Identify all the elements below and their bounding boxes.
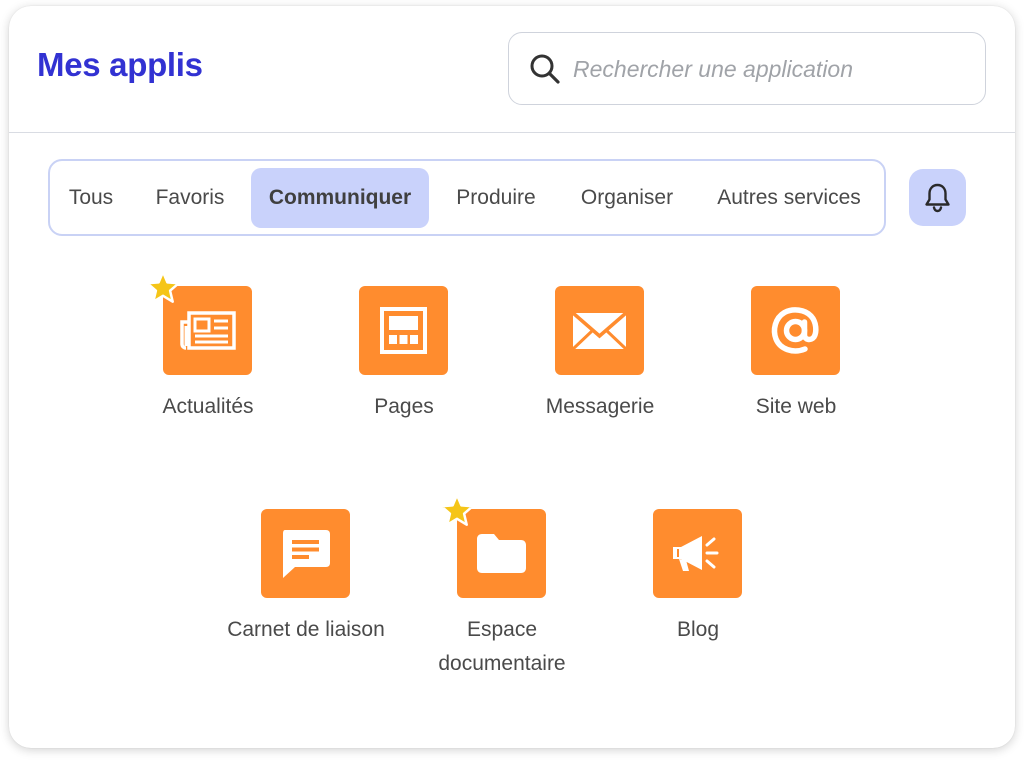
app-label: Messagerie <box>545 395 655 418</box>
panel-header: Mes applis <box>9 6 1015 133</box>
app-tile <box>440 493 546 598</box>
search-box[interactable] <box>508 32 986 105</box>
tab-favoris[interactable]: Favoris <box>142 168 238 228</box>
tab-communiquer[interactable]: Communiquer <box>251 168 429 228</box>
app-label: Actualités <box>162 395 254 418</box>
app-tile <box>261 509 350 598</box>
app-tile <box>751 286 840 375</box>
tab-organiser[interactable]: Organiser <box>566 168 688 228</box>
newspaper-icon <box>180 311 236 350</box>
tab-autres-services[interactable]: Autres services <box>704 168 874 228</box>
page-title: Mes applis <box>37 46 203 83</box>
app-label: Carnet de liaison <box>227 618 385 641</box>
app-tile <box>359 286 448 375</box>
tab-tous[interactable]: Tous <box>58 168 124 228</box>
notifications-button[interactable] <box>909 169 966 226</box>
app-label: Pages <box>374 395 434 418</box>
tab-produire[interactable]: Produire <box>443 168 549 228</box>
app-tile <box>653 509 742 598</box>
favorite-star-icon <box>146 270 180 303</box>
megaphone-icon <box>673 536 719 571</box>
pages-icon <box>380 307 427 354</box>
category-tabs: Tous Favoris Communiquer Produire Organi… <box>48 159 886 236</box>
app-label: Espace documentaire <box>438 618 566 675</box>
favorite-star-icon <box>440 493 474 526</box>
apps-panel: Mes applis Tous Favoris Communiquer Prod… <box>9 6 1015 748</box>
app-tile <box>146 270 252 375</box>
search-input[interactable] <box>573 47 963 91</box>
app-label: Blog <box>676 618 720 641</box>
envelope-icon <box>571 311 628 351</box>
bell-icon <box>925 183 950 213</box>
search-icon <box>530 54 560 84</box>
message-icon <box>283 530 330 578</box>
at-sign-icon <box>771 307 819 354</box>
folder-icon <box>477 534 526 573</box>
app-label: Site web <box>755 395 837 418</box>
app-tile <box>555 286 644 375</box>
